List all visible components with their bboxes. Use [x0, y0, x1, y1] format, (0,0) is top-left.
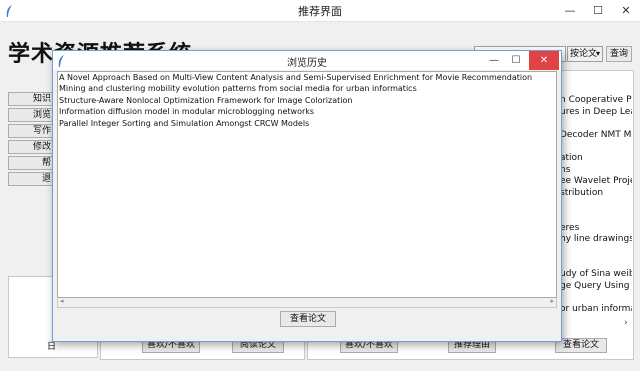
right-list-item[interactable]: ee Wavelet Project: [560, 176, 632, 186]
sidebar-button-help[interactable]: 帮: [8, 156, 54, 170]
dialog-close-icon[interactable]: ✕: [529, 51, 559, 70]
scroll-right-icon[interactable]: ▸: [550, 297, 554, 305]
right-list-item[interactable]: n Cooperative Play: [560, 95, 632, 105]
scroll-right-icon[interactable]: ›: [624, 318, 628, 328]
right-list-item[interactable]: stribution: [560, 188, 632, 198]
window-title: 推荐界面: [298, 5, 342, 18]
history-item[interactable]: Information diffusion model in modular m…: [58, 106, 556, 117]
sidebar-button-knowledge[interactable]: 知识: [8, 92, 54, 106]
dialog-maximize-icon[interactable]: ☐: [505, 51, 527, 70]
right-list-item[interactable]: ge Query Using Ex: [560, 281, 632, 291]
right-list-item[interactable]: or urban informati: [560, 304, 632, 314]
history-item[interactable]: A Novel Approach Based on Multi-View Con…: [58, 72, 556, 83]
sidebar-button-write[interactable]: 写作: [8, 124, 54, 138]
right-list-item[interactable]: ation: [560, 153, 632, 163]
view-paper-button-main[interactable]: 查看论文: [555, 338, 607, 353]
search-button[interactable]: 查询: [606, 46, 632, 62]
right-list-item[interactable]: udy of Sina weibo: [560, 269, 632, 279]
view-paper-button[interactable]: 查看论文: [280, 311, 336, 327]
history-item[interactable]: Mining and clustering mobility evolution…: [58, 83, 556, 94]
search-mode-value: 按论文: [570, 49, 598, 59]
right-list-item[interactable]: Decoder NMT Mo: [560, 130, 632, 140]
dialog-titlebar[interactable]: 浏览历史 — ☐ ✕: [53, 51, 561, 70]
main-titlebar[interactable]: 推荐界面 — ☐ ✕: [0, 0, 640, 22]
sidebar-button-modify[interactable]: 修改: [8, 140, 54, 154]
dialog-minimize-icon[interactable]: —: [483, 51, 505, 70]
scroll-left-icon[interactable]: ◂: [60, 297, 64, 305]
maximize-icon[interactable]: ☐: [584, 0, 612, 22]
chevron-down-icon: ▾: [595, 49, 600, 58]
history-dialog: 浏览历史 — ☐ ✕ A Novel Approach Based on Mul…: [52, 50, 562, 342]
history-item[interactable]: Structure-Aware Nonlocal Optimization Fr…: [58, 95, 556, 106]
minimize-icon[interactable]: —: [556, 0, 584, 22]
search-mode-select[interactable]: 按论文 ▾: [567, 46, 603, 62]
sidebar-button-browse[interactable]: 浏览: [8, 108, 54, 122]
close-icon[interactable]: ✕: [612, 0, 640, 22]
right-list-item[interactable]: eres: [560, 223, 632, 233]
sidebar-button-exit[interactable]: 退: [8, 172, 54, 186]
history-list[interactable]: A Novel Approach Based on Multi-View Con…: [57, 71, 557, 298]
horizontal-scrollbar[interactable]: ◂ ▸: [57, 297, 557, 308]
right-list-item[interactable]: ns: [560, 165, 632, 175]
right-list-item[interactable]: ures in Deep Lear: [560, 107, 632, 117]
history-item[interactable]: Parallel Integer Sorting and Simulation …: [58, 118, 556, 129]
right-list-item[interactable]: hy line drawings: [560, 234, 632, 244]
